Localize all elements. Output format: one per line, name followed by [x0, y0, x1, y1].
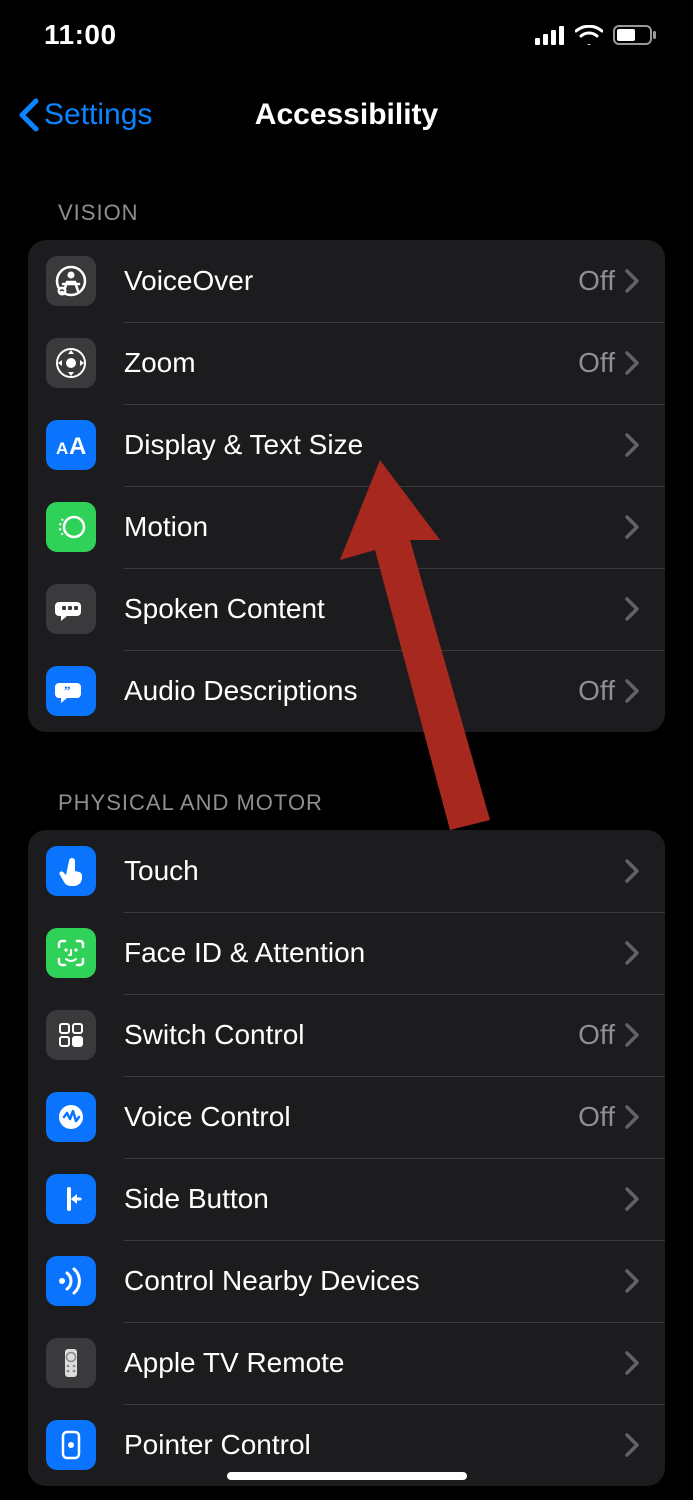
status-bar: 11:00 — [0, 0, 693, 70]
status-indicators — [535, 25, 657, 45]
face-id-icon — [46, 928, 96, 978]
row-display-text-size[interactable]: A A Display & Text Size — [28, 404, 665, 486]
row-label: Control Nearby Devices — [124, 1265, 625, 1297]
row-apple-tv-remote[interactable]: Apple TV Remote — [28, 1322, 665, 1404]
back-label: Settings — [44, 98, 152, 132]
row-motion[interactable]: Motion — [28, 486, 665, 568]
row-label: Audio Descriptions — [124, 675, 578, 707]
content: Vision VoiceOver Off — [0, 160, 693, 1486]
touch-icon — [46, 846, 96, 896]
group-vision: VoiceOver Off Zoom Off — [28, 240, 665, 732]
row-label: Switch Control — [124, 1019, 578, 1051]
cellular-icon — [535, 25, 565, 45]
battery-icon — [613, 25, 657, 45]
row-label: Face ID & Attention — [124, 937, 625, 969]
svg-text:”: ” — [64, 683, 71, 698]
motion-icon — [46, 502, 96, 552]
spoken-content-icon — [46, 584, 96, 634]
chevron-right-icon — [625, 351, 639, 375]
row-zoom[interactable]: Zoom Off — [28, 322, 665, 404]
row-voice-control[interactable]: Voice Control Off — [28, 1076, 665, 1158]
voice-control-icon — [46, 1092, 96, 1142]
row-label: Zoom — [124, 347, 578, 379]
chevron-right-icon — [625, 1433, 639, 1457]
chevron-right-icon — [625, 1023, 639, 1047]
section-header-physical-motor: Physical and Motor — [28, 790, 665, 830]
row-label: Voice Control — [124, 1101, 578, 1133]
chevron-right-icon — [625, 1187, 639, 1211]
row-label: Spoken Content — [124, 593, 625, 625]
home-indicator — [227, 1472, 467, 1480]
row-value: Off — [578, 1101, 615, 1133]
back-button[interactable]: Settings — [18, 98, 152, 132]
chevron-right-icon — [625, 859, 639, 883]
chevron-right-icon — [625, 515, 639, 539]
text-size-icon: A A — [46, 420, 96, 470]
page-title: Accessibility — [255, 98, 438, 132]
chevron-right-icon — [625, 941, 639, 965]
row-value: Off — [578, 347, 615, 379]
chevron-left-icon — [18, 98, 40, 132]
audio-descriptions-icon: ” — [46, 666, 96, 716]
voiceover-icon — [46, 256, 96, 306]
section-header-vision: Vision — [28, 200, 665, 240]
row-switch-control[interactable]: Switch Control Off — [28, 994, 665, 1076]
chevron-right-icon — [625, 269, 639, 293]
row-label: Motion — [124, 511, 625, 543]
row-label: Side Button — [124, 1183, 625, 1215]
apple-tv-remote-icon — [46, 1338, 96, 1388]
row-touch[interactable]: Touch — [28, 830, 665, 912]
row-face-id-attention[interactable]: Face ID & Attention — [28, 912, 665, 994]
svg-text:A: A — [69, 433, 86, 460]
row-label: Apple TV Remote — [124, 1347, 625, 1379]
zoom-icon — [46, 338, 96, 388]
row-side-button[interactable]: Side Button — [28, 1158, 665, 1240]
chevron-right-icon — [625, 1351, 639, 1375]
chevron-right-icon — [625, 679, 639, 703]
row-label: Pointer Control — [124, 1429, 625, 1461]
nav-bar: Settings Accessibility — [0, 70, 693, 160]
row-spoken-content[interactable]: Spoken Content — [28, 568, 665, 650]
row-value: Off — [578, 675, 615, 707]
side-button-icon — [46, 1174, 96, 1224]
row-label: Display & Text Size — [124, 429, 625, 461]
row-value: Off — [578, 1019, 615, 1051]
pointer-control-icon — [46, 1420, 96, 1470]
status-time: 11:00 — [44, 19, 117, 51]
row-value: Off — [578, 265, 615, 297]
row-label: Touch — [124, 855, 625, 887]
row-control-nearby-devices[interactable]: Control Nearby Devices — [28, 1240, 665, 1322]
group-physical-motor: Touch Face ID & Attention — [28, 830, 665, 1486]
nearby-devices-icon — [46, 1256, 96, 1306]
row-audio-descriptions[interactable]: ” Audio Descriptions Off — [28, 650, 665, 732]
switch-control-icon — [46, 1010, 96, 1060]
chevron-right-icon — [625, 1105, 639, 1129]
chevron-right-icon — [625, 597, 639, 621]
row-label: VoiceOver — [124, 265, 578, 297]
row-voiceover[interactable]: VoiceOver Off — [28, 240, 665, 322]
chevron-right-icon — [625, 433, 639, 457]
svg-text:A: A — [56, 439, 68, 458]
wifi-icon — [575, 25, 603, 45]
chevron-right-icon — [625, 1269, 639, 1293]
